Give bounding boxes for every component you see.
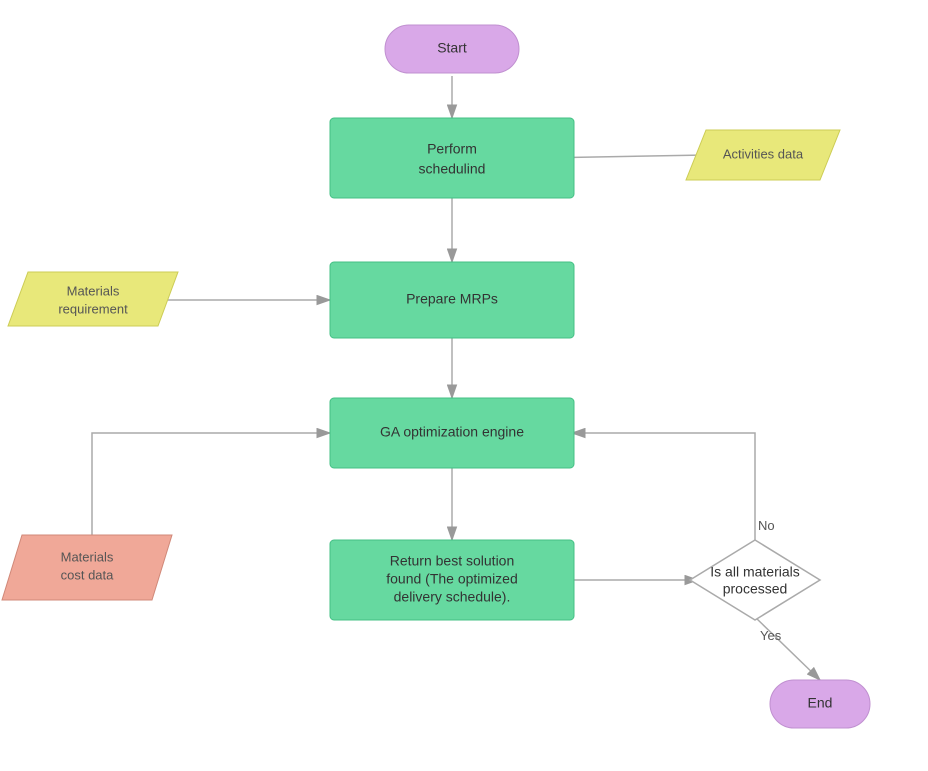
- diamond-label-line2: processed: [723, 581, 788, 597]
- mrps-label: Prepare MRPs: [406, 291, 498, 307]
- start-label: Start: [437, 40, 467, 56]
- diamond-label-line1: Is all materials: [710, 564, 799, 580]
- yes-label: Yes: [760, 628, 782, 643]
- ga-engine-label: GA optimization engine: [380, 424, 524, 440]
- no-label: No: [758, 518, 775, 533]
- arrow-yes-to-end: [755, 617, 820, 680]
- materials-req-label-line2: requirement: [58, 301, 128, 316]
- activities-data-label: Activities data: [723, 146, 804, 161]
- flowchart-container: Start Perform schedulind Prepare MRPs GA…: [0, 0, 928, 771]
- return-label-line2: found (The optimized: [386, 571, 518, 587]
- scheduling-label-line1: Perform: [427, 141, 477, 157]
- materials-req-node: [8, 272, 178, 326]
- return-label-line3: delivery schedule).: [394, 589, 511, 605]
- end-label: End: [808, 695, 833, 711]
- return-label-line1: Return best solution: [390, 553, 515, 569]
- materials-cost-label-line1: Materials: [61, 549, 114, 564]
- arrow-cost-to-ga: [92, 433, 330, 545]
- materials-cost-label-line2: cost data: [61, 567, 115, 582]
- scheduling-node: [330, 118, 574, 198]
- arrow-no-to-ga: [572, 433, 755, 552]
- scheduling-label-line2: schedulind: [419, 161, 486, 177]
- materials-req-label-line1: Materials: [67, 283, 120, 298]
